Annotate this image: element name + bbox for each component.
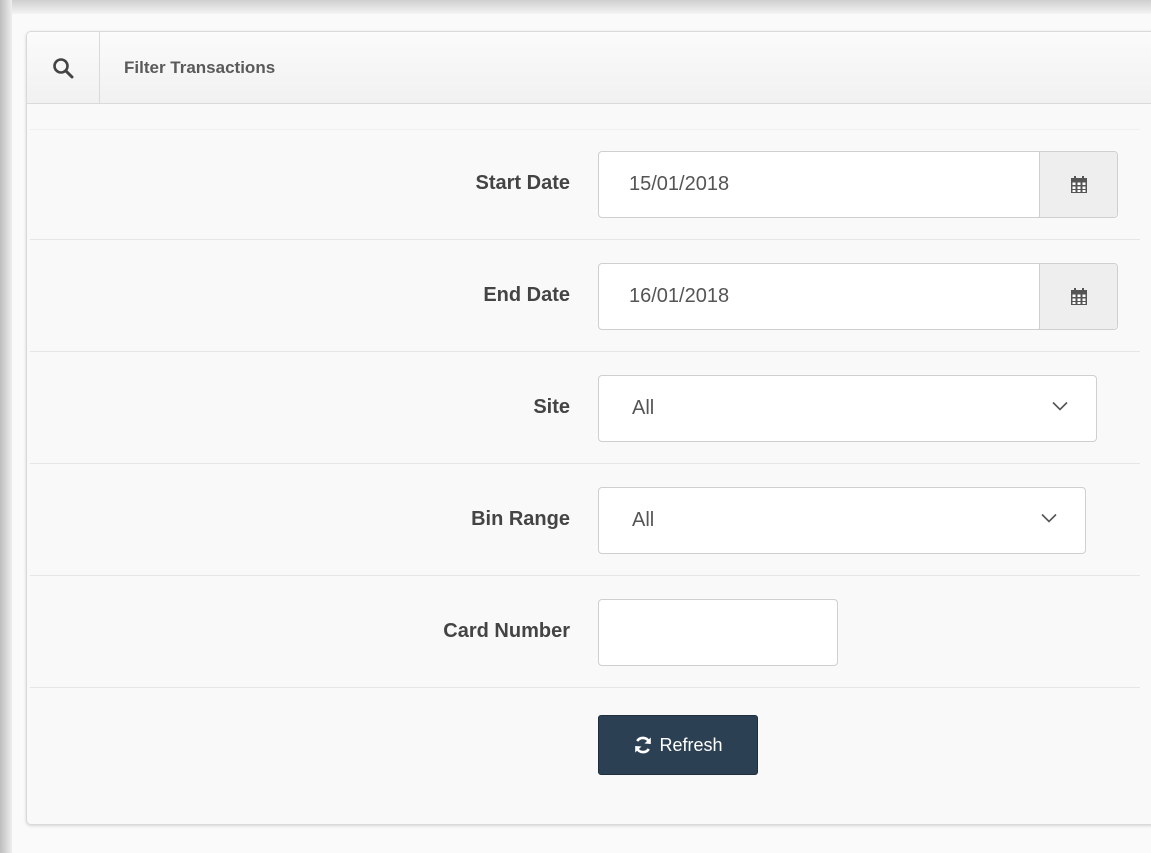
end-date-label: End Date [483,284,570,306]
site-label: Site [533,396,570,418]
start-date-field[interactable]: 15/01/2018 [598,151,1118,218]
search-icon [53,57,74,78]
card-number-label: Card Number [443,620,570,642]
bin-range-selected-value: All [632,509,655,531]
screenshot-frame: Filter Transactions Start Date 15/01/201… [0,0,1151,853]
chevron-down-icon [1052,401,1068,411]
panel-header: Filter Transactions [27,32,1151,104]
frame-shadow-top [0,0,1151,14]
header-icon-box [27,32,100,103]
refresh-button-label: Refresh [659,734,723,755]
bin-range-select[interactable]: All [598,487,1086,554]
refresh-button[interactable]: Refresh [598,715,758,775]
chevron-down-icon [1041,513,1057,523]
start-date-calendar-button[interactable] [1039,152,1117,217]
bin-range-label: Bin Range [471,508,570,530]
calendar-icon [1070,175,1087,193]
refresh-icon [635,736,652,754]
start-date-value: 15/01/2018 [629,173,730,195]
calendar-icon [1070,287,1087,305]
form-row-divider [30,687,1140,688]
site-selected-value: All [632,397,655,419]
frame-shadow-left [0,0,12,853]
panel-title: Filter Transactions [124,58,276,77]
form-row-card-number [30,575,1140,688]
card-number-input[interactable] [598,599,838,666]
end-date-calendar-button[interactable] [1039,264,1117,329]
end-date-value: 16/01/2018 [629,285,730,307]
site-select[interactable]: All [598,375,1097,442]
start-date-label: Start Date [475,172,570,194]
end-date-field[interactable]: 16/01/2018 [598,263,1118,330]
